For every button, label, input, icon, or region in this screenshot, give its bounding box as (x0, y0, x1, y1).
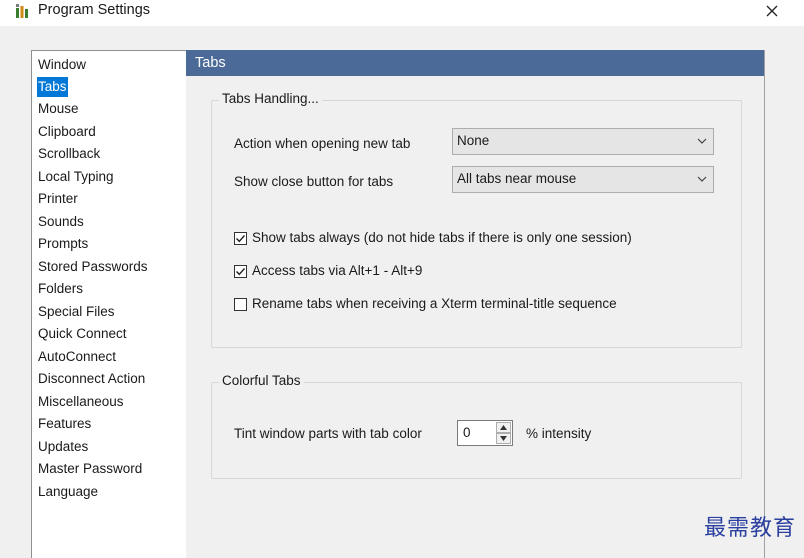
tint-intensity-stepper[interactable]: 0 (457, 420, 513, 446)
new-tab-action-select[interactable]: None (452, 128, 714, 155)
access-tabs-alt-checkbox[interactable]: Access tabs via Alt+1 - Alt+9 (234, 263, 534, 281)
nav-item-scrollback[interactable]: Scrollback (37, 144, 101, 164)
nav-item-features[interactable]: Features (37, 414, 92, 434)
nav-item-tabs[interactable]: Tabs (37, 77, 68, 97)
nav-item-local-typing[interactable]: Local Typing (37, 167, 115, 187)
checkbox-box[interactable] (234, 232, 247, 245)
colorful-tabs-group: Colorful Tabs Tint window parts with tab… (211, 373, 742, 479)
pane-header: Tabs (186, 50, 764, 76)
new-tab-action-label: Action when opening new tab (234, 136, 411, 151)
close-button[interactable] (762, 0, 782, 22)
nav-item-window[interactable]: Window (37, 55, 87, 75)
tabs-handling-title: Tabs Handling... (219, 91, 322, 106)
close-button-select[interactable]: All tabs near mouse (452, 166, 714, 193)
nav-item-special-files[interactable]: Special Files (37, 302, 116, 322)
triangle-down-icon (500, 436, 507, 441)
nav-item-sounds[interactable]: Sounds (37, 212, 85, 232)
window-title: Program Settings (38, 2, 151, 18)
nav-item-clipboard[interactable]: Clipboard (37, 122, 97, 142)
nav-item-miscellaneous[interactable]: Miscellaneous (37, 392, 125, 412)
chevron-down-icon (697, 176, 707, 182)
settings-category-list[interactable]: Window Tabs Mouse Clipboard Scrollback L… (31, 50, 187, 558)
close-button-label: Show close button for tabs (234, 174, 394, 189)
close-button-value: All tabs near mouse (457, 171, 577, 186)
new-tab-action-value: None (457, 133, 490, 148)
app-icon (16, 4, 28, 18)
nav-item-master-password[interactable]: Master Password (37, 459, 143, 479)
show-tabs-always-label: Show tabs always (do not hide tabs if th… (252, 230, 632, 245)
watermark: 最需教育 (703, 516, 796, 541)
triangle-up-icon (500, 425, 507, 430)
checkmark-icon (236, 235, 246, 243)
access-tabs-alt-label: Access tabs via Alt+1 - Alt+9 (252, 263, 423, 278)
chevron-down-icon (697, 138, 707, 144)
close-icon (766, 5, 778, 17)
stepper-buttons (496, 422, 511, 444)
title-bar: Program Settings (0, 0, 804, 26)
rename-tabs-xterm-checkbox[interactable]: Rename tabs when receiving a Xterm termi… (234, 296, 714, 314)
nav-item-folders[interactable]: Folders (37, 279, 84, 299)
tint-window-label: Tint window parts with tab color (234, 426, 422, 441)
nav-item-updates[interactable]: Updates (37, 437, 89, 457)
nav-item-autoconnect[interactable]: AutoConnect (37, 347, 117, 367)
nav-item-printer[interactable]: Printer (37, 189, 79, 209)
nav-item-mouse[interactable]: Mouse (37, 99, 80, 119)
nav-item-quick-connect[interactable]: Quick Connect (37, 324, 128, 344)
nav-item-disconnect-action[interactable]: Disconnect Action (37, 369, 146, 389)
settings-pane: Tabs Tabs Handling... Action when openin… (186, 50, 765, 558)
colorful-tabs-title: Colorful Tabs (219, 373, 304, 388)
nav-item-prompts[interactable]: Prompts (37, 234, 89, 254)
intensity-unit-label: % intensity (526, 426, 592, 441)
stepper-down-button[interactable] (496, 433, 511, 444)
tabs-handling-group: Tabs Handling... Action when opening new… (211, 91, 742, 348)
nav-item-stored-passwords[interactable]: Stored Passwords (37, 257, 149, 277)
stepper-up-button[interactable] (496, 422, 511, 433)
checkbox-box[interactable] (234, 265, 247, 278)
settings-dialog: Window Tabs Mouse Clipboard Scrollback L… (0, 26, 804, 558)
checkmark-icon (236, 268, 246, 276)
tint-intensity-value[interactable]: 0 (463, 425, 471, 440)
rename-tabs-xterm-label: Rename tabs when receiving a Xterm termi… (252, 296, 617, 311)
show-tabs-always-checkbox[interactable]: Show tabs always (do not hide tabs if th… (234, 230, 714, 248)
checkbox-box[interactable] (234, 298, 247, 311)
nav-item-language[interactable]: Language (37, 482, 99, 502)
